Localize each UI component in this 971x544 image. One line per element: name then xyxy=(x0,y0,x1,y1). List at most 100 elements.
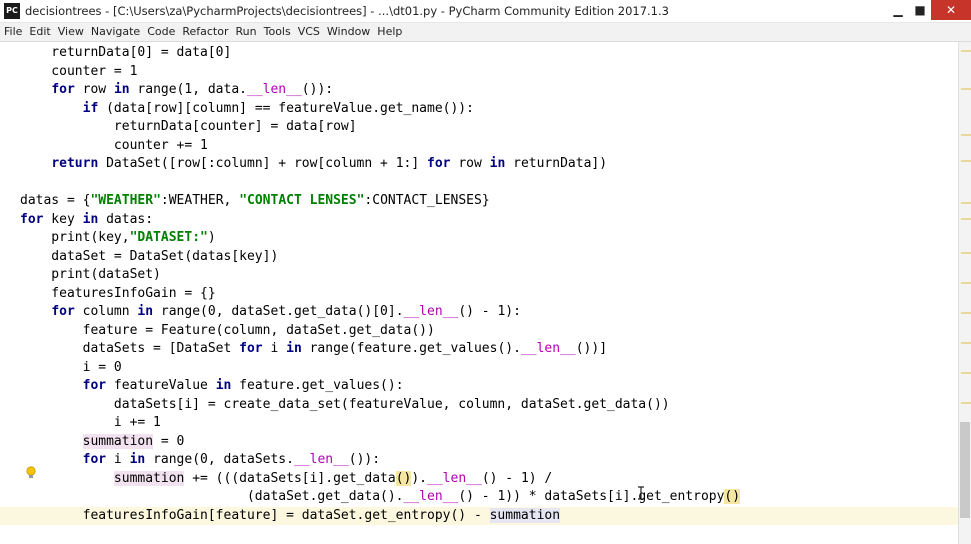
code-keyword: in xyxy=(286,341,302,356)
code-token: () - 1): xyxy=(458,304,521,319)
code-line[interactable]: for row in range(1, data.__len__()): xyxy=(0,81,958,99)
code-token: i = 0 xyxy=(20,359,122,375)
code-keyword: for xyxy=(51,304,75,319)
code-line[interactable]: return DataSet([row[:column] + row[colum… xyxy=(0,155,958,173)
code-token: range(0, dataSets. xyxy=(145,452,294,467)
code-token: datas: xyxy=(98,211,154,227)
code-keyword: for xyxy=(51,82,75,97)
code-line[interactable]: counter = 1 xyxy=(0,63,958,81)
lightbulb-icon[interactable] xyxy=(26,466,36,480)
code-token: __len__ xyxy=(403,304,459,319)
code-line[interactable]: datas = {"WEATHER":WEATHER, "CONTACT LEN… xyxy=(0,192,958,210)
code-token: ())] xyxy=(575,341,608,356)
code-token: feature.get_values(): xyxy=(231,378,404,393)
code-token: featuresInfoGain[feature] = dataSet.get_… xyxy=(20,507,490,523)
menu-edit[interactable]: Edit xyxy=(25,23,53,39)
code-line[interactable]: print(key,"DATASET:") xyxy=(0,229,958,247)
menu-navigate[interactable]: Navigate xyxy=(87,23,143,39)
code-token: counter = 1 xyxy=(20,63,138,79)
scrollbar-marker[interactable] xyxy=(961,312,971,314)
code-token: range(0, dataSet.get_data()[0]. xyxy=(153,304,404,319)
code-line[interactable]: featuresInfoGain = {} xyxy=(0,285,958,303)
code-line[interactable]: dataSets[i] = create_data_set(featureVal… xyxy=(0,396,958,414)
code-line[interactable]: i = 0 xyxy=(0,359,958,377)
code-token: row xyxy=(450,156,490,171)
code-line[interactable] xyxy=(0,174,958,192)
scrollbar-marker[interactable] xyxy=(961,372,971,374)
code-token: (data[row][column] == featureValue.get_n… xyxy=(98,100,474,116)
code-string: "WEATHER" xyxy=(90,193,161,208)
menu-refactor[interactable]: Refactor xyxy=(178,23,231,39)
code-token: dataSets = [DataSet xyxy=(20,341,240,356)
menu-help[interactable]: Help xyxy=(373,23,405,39)
code-line[interactable]: summation = 0 xyxy=(0,433,958,451)
menu-vcs[interactable]: VCS xyxy=(294,23,323,39)
title-bar: PC decisiontrees - [C:\Users\za\PycharmP… xyxy=(0,0,971,23)
code-keyword: if xyxy=(82,100,99,116)
code-keyword: for xyxy=(239,341,263,356)
code-line[interactable]: dataSet = DataSet(datas[key]) xyxy=(0,248,958,266)
code-line[interactable]: counter += 1 xyxy=(0,137,958,155)
code-line[interactable]: i += 1 xyxy=(0,414,958,432)
code-token: () - 1)) * dataSets[i].get_entropy xyxy=(458,489,725,504)
scrollbar-marker[interactable] xyxy=(961,88,971,90)
code-line[interactable]: if (data[row][column] == featureValue.ge… xyxy=(0,100,958,118)
code-token: summation xyxy=(113,470,185,486)
code-keyword: return xyxy=(51,156,99,171)
code-token: returnData[counter] = data[row] xyxy=(20,119,357,134)
code-token: __len__ xyxy=(293,452,349,467)
menu-view[interactable]: View xyxy=(54,23,87,39)
scrollbar-marker[interactable] xyxy=(961,160,971,162)
code-keyword: in xyxy=(489,156,506,171)
code-line[interactable]: dataSets = [DataSet for i in range(featu… xyxy=(0,340,958,358)
code-token: __len__ xyxy=(427,470,482,486)
code-keyword: in xyxy=(215,378,232,393)
code-line[interactable]: returnData[counter] = data[row] xyxy=(0,118,958,136)
code-string: "DATASET:" xyxy=(129,230,208,245)
code-token: feature = Feature(column, dataSet.get_da… xyxy=(20,322,435,338)
scrollbar-marker[interactable] xyxy=(961,134,971,136)
code-token: returnData]) xyxy=(505,156,608,171)
scrollbar-marker[interactable] xyxy=(961,218,971,220)
scrollbar-thumb[interactable] xyxy=(960,422,970,518)
code-line[interactable]: summation += (((dataSets[i].get_data()).… xyxy=(0,470,958,488)
code-editor[interactable]: returnData[0] = data[0] counter = 1 for … xyxy=(0,42,958,544)
code-line[interactable]: for featureValue in feature.get_values()… xyxy=(0,377,958,395)
menu-window[interactable]: Window xyxy=(323,23,373,39)
scrollbar-marker[interactable] xyxy=(961,202,971,204)
menu-code[interactable]: Code xyxy=(143,23,178,39)
code-token: featuresInfoGain = {} xyxy=(20,285,216,301)
code-token: datas = { xyxy=(20,193,91,208)
menu-run[interactable]: Run xyxy=(232,23,260,39)
maximize-button[interactable]: ■ xyxy=(907,0,933,20)
code-token: print(dataSet) xyxy=(20,267,161,282)
scrollbar-marker[interactable] xyxy=(961,50,971,52)
code-line[interactable]: for i in range(0, dataSets.__len__()): xyxy=(0,451,958,469)
code-line[interactable]: (dataSet.get_data().__len__() - 1)) * da… xyxy=(0,488,958,506)
code-line[interactable]: print(dataSet) xyxy=(0,266,958,284)
code-keyword: for xyxy=(427,156,451,171)
code-line[interactable]: feature = Feature(column, dataSet.get_da… xyxy=(0,322,958,340)
code-token: += (((dataSets[i].get_data xyxy=(184,470,396,486)
code-line[interactable]: returnData[0] = data[0] xyxy=(0,44,958,62)
editor-scrollbar[interactable] xyxy=(958,42,971,544)
menu-bar: File Edit View Navigate Code Refactor Run Tools… xyxy=(0,23,971,42)
text-cursor-icon xyxy=(638,486,644,500)
code-line[interactable]: featuresInfoGain[feature] = dataSet.get_… xyxy=(0,506,958,525)
close-button[interactable]: ✕ xyxy=(931,0,971,20)
code-line[interactable]: for column in range(0, dataSet.get_data(… xyxy=(0,303,958,321)
code-token: :WEATHER, xyxy=(160,193,240,208)
menu-file[interactable]: File xyxy=(0,23,25,39)
code-token: range(feature.get_values(). xyxy=(301,341,521,356)
code-line[interactable]: for key in datas: xyxy=(0,211,958,229)
scrollbar-marker[interactable] xyxy=(961,252,971,254)
menu-tools[interactable]: Tools xyxy=(260,23,294,39)
scrollbar-marker[interactable] xyxy=(961,402,971,404)
scrollbar-marker[interactable] xyxy=(961,282,971,284)
scrollbar-marker[interactable] xyxy=(961,342,971,344)
code-keyword: for xyxy=(82,378,107,393)
